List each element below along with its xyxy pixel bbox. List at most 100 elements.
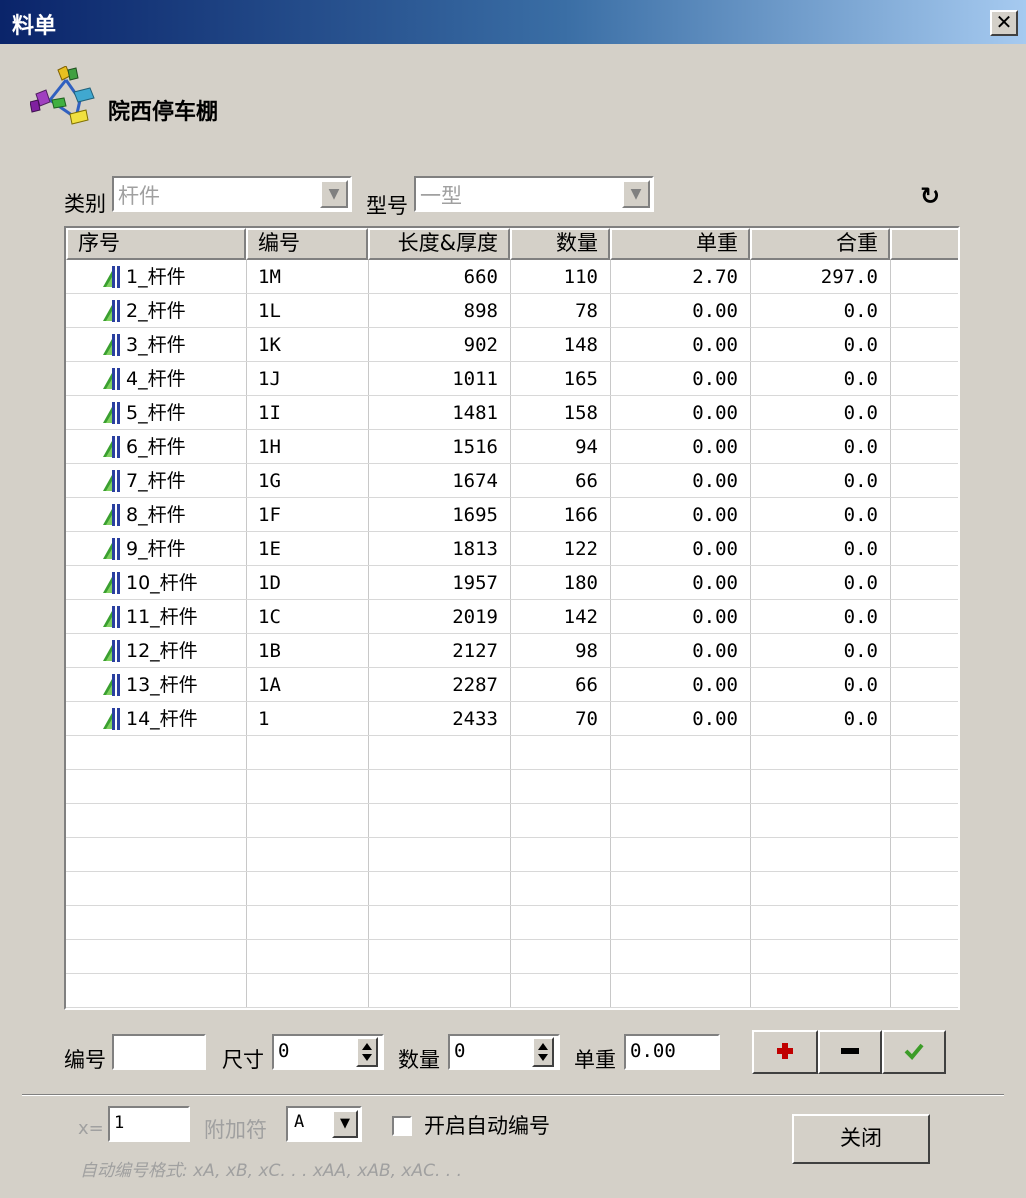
confirm-row-button[interactable] xyxy=(882,1030,946,1074)
auto-number-label[interactable]: 开启自动编号 xyxy=(424,1110,550,1140)
project-logo-icon xyxy=(30,66,95,125)
cell-unit-weight: 0.00 xyxy=(692,470,738,492)
cell-qty: 166 xyxy=(563,504,598,526)
table-row-empty xyxy=(66,872,958,906)
cell-total-weight: 0.0 xyxy=(843,538,878,560)
cell-total-weight: 0.0 xyxy=(843,708,878,730)
cell-seq-text: 9_杆件 xyxy=(126,538,186,560)
cell-seq-text: 5_杆件 xyxy=(126,402,186,424)
remove-row-button[interactable] xyxy=(818,1030,882,1074)
table-row[interactable]: 8_杆件 1F 1695 166 0.00 0.0 xyxy=(66,498,958,532)
weight-label: 单重 xyxy=(574,1048,616,1072)
spin-down-icon[interactable] xyxy=(362,1054,372,1061)
table-row[interactable]: 12_杆件 1B 2127 98 0.00 0.0 xyxy=(66,634,958,668)
table-row[interactable]: 11_杆件 1C 2019 142 0.00 0.0 xyxy=(66,600,958,634)
category-label: 类别 xyxy=(64,192,106,216)
chevron-down-icon[interactable]: ▼ xyxy=(332,1110,358,1138)
cell-code: 1M xyxy=(258,266,281,288)
cell-seq-text: 10_杆件 xyxy=(126,572,198,594)
cell-total-weight: 0.0 xyxy=(843,606,878,628)
table-row-empty xyxy=(66,736,958,770)
model-select[interactable]: 一型 ▼ xyxy=(414,176,654,212)
suffix-select[interactable]: A ▼ xyxy=(286,1106,362,1142)
chevron-down-icon[interactable]: ▼ xyxy=(622,180,650,208)
spin-up-icon[interactable] xyxy=(538,1043,548,1050)
table-header: 序号 编号 长度&厚度 数量 单重 合重 xyxy=(66,228,958,260)
cell-seq: 10_杆件 xyxy=(66,566,246,600)
cell-seq: 3_杆件 xyxy=(66,328,246,362)
cell-total-weight: 297.0 xyxy=(820,266,878,288)
table-row[interactable]: 14_杆件 1 2433 70 0.00 0.0 xyxy=(66,702,958,736)
component-icon xyxy=(103,334,120,356)
table-row[interactable]: 10_杆件 1D 1957 180 0.00 0.0 xyxy=(66,566,958,600)
column-header-unit-weight[interactable]: 单重 xyxy=(610,228,750,260)
cell-seq-text: 13_杆件 xyxy=(126,674,198,696)
refresh-icon[interactable]: ↻ xyxy=(920,182,940,210)
x-label: x= xyxy=(78,1118,104,1139)
cell-length: 1516 xyxy=(452,436,498,458)
window-title: 料单 xyxy=(12,14,57,39)
component-icon xyxy=(103,266,120,288)
cell-qty: 66 xyxy=(575,470,598,492)
component-icon xyxy=(103,640,120,662)
cell-code: 1 xyxy=(258,708,270,730)
cell-qty: 122 xyxy=(563,538,598,560)
cell-length: 1674 xyxy=(452,470,498,492)
column-header-filler xyxy=(890,228,958,260)
cell-code: 1F xyxy=(258,504,281,526)
column-header-seq[interactable]: 序号 xyxy=(66,228,246,260)
cell-total-weight: 0.0 xyxy=(843,674,878,696)
cell-code: 1C xyxy=(258,606,281,628)
cell-total-weight: 0.0 xyxy=(843,402,878,424)
cell-code: 1D xyxy=(258,572,281,594)
table-row[interactable]: 3_杆件 1K 902 148 0.00 0.0 xyxy=(66,328,958,362)
chevron-down-icon[interactable]: ▼ xyxy=(320,180,348,208)
spin-up-icon[interactable] xyxy=(362,1043,372,1050)
cell-qty: 94 xyxy=(575,436,598,458)
x-input[interactable]: 1 xyxy=(108,1106,190,1142)
qty-stepper[interactable] xyxy=(532,1037,554,1067)
column-header-code[interactable]: 编号 xyxy=(246,228,368,260)
cell-code: 1I xyxy=(258,402,281,424)
cell-total-weight: 0.0 xyxy=(843,640,878,662)
table-row[interactable]: 6_杆件 1H 1516 94 0.00 0.0 xyxy=(66,430,958,464)
close-window-button[interactable]: ✕ xyxy=(990,10,1018,36)
cell-unit-weight: 0.00 xyxy=(692,300,738,322)
column-header-total-weight[interactable]: 合重 xyxy=(750,228,890,260)
cell-qty: 148 xyxy=(563,334,598,356)
cell-seq-text: 14_杆件 xyxy=(126,708,198,730)
cell-seq-text: 1_杆件 xyxy=(126,266,186,288)
component-icon xyxy=(103,674,120,696)
cell-length: 2433 xyxy=(452,708,498,730)
table-row[interactable]: 5_杆件 1I 1481 158 0.00 0.0 xyxy=(66,396,958,430)
suffix-select-value: A xyxy=(294,1112,305,1132)
table-row-empty xyxy=(66,940,958,974)
table-row[interactable]: 2_杆件 1L 898 78 0.00 0.0 xyxy=(66,294,958,328)
category-select[interactable]: 杆件 ▼ xyxy=(112,176,352,212)
cell-seq: 13_杆件 xyxy=(66,668,246,702)
spin-down-icon[interactable] xyxy=(538,1054,548,1061)
cell-length: 1695 xyxy=(452,504,498,526)
size-stepper[interactable] xyxy=(356,1037,378,1067)
auto-number-checkbox[interactable] xyxy=(392,1116,412,1136)
cell-length: 1813 xyxy=(452,538,498,560)
table-row[interactable]: 1_杆件 1M 660 110 2.70 297.0 xyxy=(66,260,958,294)
table-row[interactable]: 4_杆件 1J 1011 165 0.00 0.0 xyxy=(66,362,958,396)
title-bar: 料单 ✕ xyxy=(0,0,1026,44)
add-row-button[interactable] xyxy=(752,1030,818,1074)
table-row[interactable]: 13_杆件 1A 2287 66 0.00 0.0 xyxy=(66,668,958,702)
cell-code: 1E xyxy=(258,538,281,560)
cell-unit-weight: 2.70 xyxy=(692,266,738,288)
column-header-length[interactable]: 长度&厚度 xyxy=(368,228,510,260)
table-row[interactable]: 7_杆件 1G 1674 66 0.00 0.0 xyxy=(66,464,958,498)
check-icon xyxy=(904,1043,924,1060)
weight-input[interactable]: 0.00 xyxy=(624,1034,720,1070)
material-table[interactable]: 序号 编号 长度&厚度 数量 单重 合重 1_杆件 1M 660 110 2.70 297… xyxy=(64,226,960,1010)
cell-seq-text: 6_杆件 xyxy=(126,436,186,458)
code-input[interactable] xyxy=(112,1034,206,1070)
cell-qty: 70 xyxy=(575,708,598,730)
close-button[interactable]: 关闭 xyxy=(792,1114,930,1164)
cell-total-weight: 0.0 xyxy=(843,470,878,492)
column-header-qty[interactable]: 数量 xyxy=(510,228,610,260)
table-row[interactable]: 9_杆件 1E 1813 122 0.00 0.0 xyxy=(66,532,958,566)
